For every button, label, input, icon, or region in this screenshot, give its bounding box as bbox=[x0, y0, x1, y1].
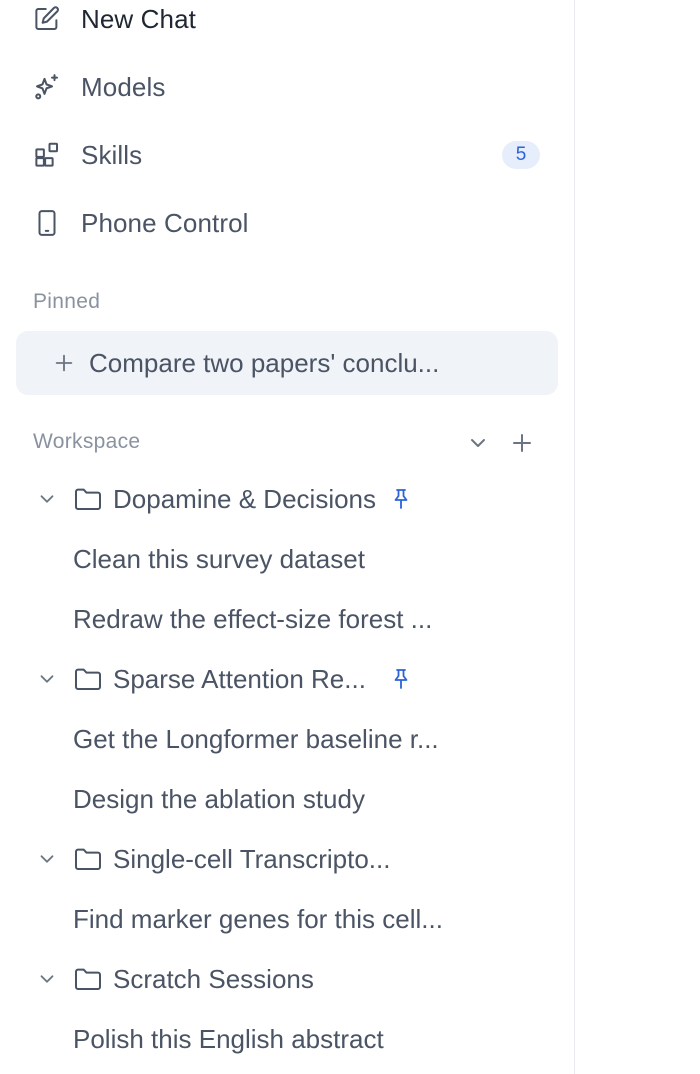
workspace-collapse-button[interactable] bbox=[462, 428, 494, 458]
folder-scratch-sessions[interactable]: Scratch Sessions bbox=[33, 959, 543, 999]
phone-control-label: Phone Control bbox=[81, 207, 249, 238]
phone-icon bbox=[31, 207, 63, 239]
workspace-actions bbox=[462, 428, 538, 458]
folder-icon bbox=[71, 842, 105, 876]
folder-icon bbox=[71, 962, 105, 996]
edit-icon bbox=[31, 3, 63, 35]
plus-icon bbox=[52, 351, 76, 375]
chat-item[interactable]: Find marker genes for this cell... bbox=[73, 899, 543, 939]
new-chat-button[interactable]: New Chat bbox=[32, 0, 544, 39]
folder-name: Scratch Sessions bbox=[113, 963, 314, 994]
chat-item[interactable]: Redraw the effect-size forest ... bbox=[73, 599, 543, 639]
workspace-section-label: Workspace bbox=[33, 430, 141, 453]
chat-item[interactable]: Get the Longformer baseline r... bbox=[73, 719, 543, 759]
pin-icon[interactable] bbox=[388, 485, 414, 513]
chevron-down-icon bbox=[471, 439, 485, 447]
folder-name: Sparse Attention Re... bbox=[113, 663, 366, 694]
models-label: Models bbox=[81, 71, 166, 102]
folder-icon bbox=[71, 662, 105, 696]
chat-item[interactable]: Polish this English abstract bbox=[73, 1019, 543, 1059]
models-nav-item[interactable]: Models bbox=[32, 67, 544, 107]
sparkles-icon bbox=[31, 71, 63, 103]
folder-icon bbox=[71, 482, 105, 516]
blocks-icon bbox=[31, 139, 63, 171]
chat-item[interactable]: Clean this survey dataset bbox=[73, 539, 543, 579]
folder-single-cell[interactable]: Single-cell Transcripto... bbox=[33, 839, 543, 879]
pin-icon[interactable] bbox=[388, 665, 414, 693]
chevron-down-icon[interactable] bbox=[33, 845, 61, 873]
folder-name: Dopamine & Decisions bbox=[113, 483, 377, 514]
plus-icon bbox=[513, 434, 531, 452]
pinned-section-label: Pinned bbox=[33, 290, 101, 313]
chat-item[interactable]: Design the ablation study bbox=[73, 779, 543, 819]
pinned-chat-item[interactable]: Compare two papers' conclu... bbox=[16, 331, 558, 395]
skills-label: Skills bbox=[81, 139, 143, 170]
folder-name: Single-cell Transcripto... bbox=[113, 843, 391, 874]
new-chat-label: New Chat bbox=[81, 3, 196, 34]
pinned-chat-title: Compare two papers' conclu... bbox=[89, 347, 440, 378]
chevron-down-icon[interactable] bbox=[33, 965, 61, 993]
folder-sparse-attention[interactable]: Sparse Attention Re... bbox=[33, 659, 543, 699]
sidebar: New Chat Models Skills 5 Phone Control P… bbox=[0, 0, 575, 1074]
skills-count-badge: 5 bbox=[502, 141, 540, 169]
workspace-add-button[interactable] bbox=[506, 428, 538, 458]
phone-control-nav-item[interactable]: Phone Control bbox=[32, 203, 544, 243]
chevron-down-icon[interactable] bbox=[33, 485, 61, 513]
skills-nav-item[interactable]: Skills 5 bbox=[32, 135, 544, 175]
folder-dopamine-decisions[interactable]: Dopamine & Decisions bbox=[33, 479, 543, 519]
chevron-down-icon[interactable] bbox=[33, 665, 61, 693]
main-content-area bbox=[576, 0, 700, 1074]
